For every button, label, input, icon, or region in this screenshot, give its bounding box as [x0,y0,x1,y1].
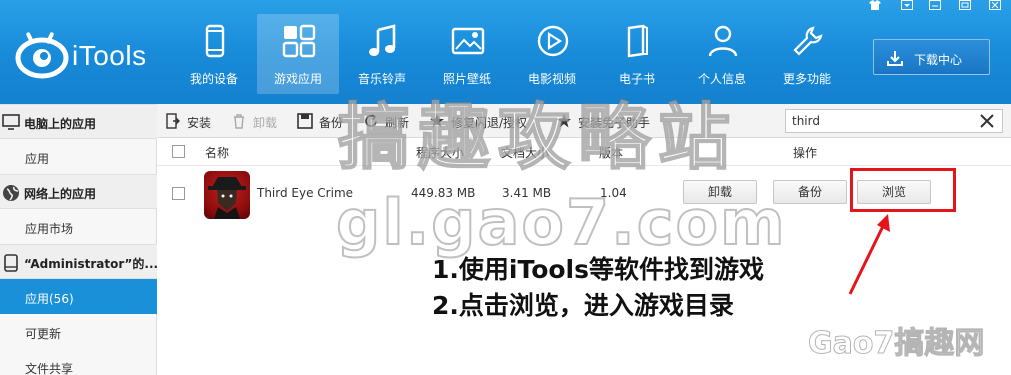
column-header-doc-size[interactable]: 文档大小 [501,144,549,161]
backup-label: 备份 [319,116,344,130]
sidebar-item-label: 应用 [25,152,50,166]
nav-label: 照片壁纸 [442,72,491,86]
nav-my-device[interactable]: 我的设备 [173,14,255,94]
row-checkbox[interactable] [172,187,185,200]
uninstall-label: 卸载 [253,116,278,130]
star-icon [430,114,444,128]
sidebar-item-updatable[interactable]: 可更新 [0,314,157,349]
star-icon [557,114,571,128]
install-button[interactable]: 安装 [165,113,225,131]
row-backup-button[interactable]: 备份 [773,180,847,204]
phone-icon [205,24,225,58]
sidebar-item-device-apps[interactable]: 应用(56) [0,279,157,314]
picture-icon [451,27,485,55]
window-controls [861,0,1011,16]
nav-label: 个人信息 [697,72,746,86]
app-name: Third Eye Crime [257,186,354,200]
version: 1.04 [600,186,627,200]
nav-label: 音乐铃声 [357,72,406,86]
nav-label: 电子书 [618,72,655,86]
uninstall-button[interactable]: 卸载 [231,113,291,131]
app-icon [204,171,250,219]
device-icon [4,254,18,272]
person-icon [708,25,738,57]
sidebar-item-app-market[interactable]: 应用市场 [0,209,157,244]
refresh-button[interactable]: 刷新 [363,113,423,131]
sidebar-section-title: “Administrator”的... [24,257,159,271]
column-header-program-size[interactable]: 程序大小 [416,144,464,161]
nav-ebooks[interactable]: 电子书 [596,14,678,94]
close-icon[interactable] [981,0,1009,15]
annotation-step-1: 1.使用iTools等软件找到游戏 [432,255,764,284]
sidebar-item-label: 应用(56) [25,292,74,306]
jailbreak-helper-button[interactable]: 安装免子助手 [556,113,676,131]
backup-button[interactable]: 备份 [297,113,357,131]
install-label: 安装 [187,116,212,130]
maximize-icon[interactable] [951,0,979,15]
toolbar: 安装 卸载 备份 刷新 修复闪退/授权 安装免子助手 [157,104,1011,138]
column-header-name[interactable]: 名称 [205,144,229,161]
itools-logo-icon [15,32,69,79]
play-icon [537,25,569,57]
sidebar-item-label: 应用市场 [25,222,74,236]
nav-label: 我的设备 [189,72,238,86]
sidebar-item-file-sharing[interactable]: 文件共享 [0,349,157,375]
nav-music-ringtones[interactable]: 音乐铃声 [341,14,423,94]
sidebar-section-title: 网络上的应用 [24,187,97,201]
sidebar-item-label: 文件共享 [25,362,74,375]
trash-icon [234,114,244,129]
globe-icon [3,185,19,201]
minimize-icon[interactable] [921,0,949,15]
browse-highlight-box [850,168,956,212]
nav-photos-wallpaper[interactable]: 照片壁纸 [426,14,508,94]
nav-label: 更多功能 [782,72,831,86]
download-center-label: 下载中心 [914,53,963,67]
refresh-label: 刷新 [385,116,410,130]
app-name: iTools [72,40,147,71]
install-icon [166,113,180,129]
watermark-brand: Gao7搞趣网 [807,326,985,362]
repair-button[interactable]: 修复闪退/授权 [429,113,547,131]
nav-games-apps[interactable]: 游戏应用 [257,14,339,94]
sidebar-item-label: 可更新 [25,327,62,341]
download-center-button[interactable]: 下载中心 [873,39,990,75]
jailbreak-helper-label: 安装免子助手 [578,116,651,130]
book-icon [627,24,648,58]
monitor-icon [2,114,20,130]
row-uninstall-button[interactable]: 卸载 [683,180,757,204]
wrench-icon [793,26,823,56]
search-input[interactable] [792,113,972,129]
download-icon [887,51,903,66]
refresh-icon [365,114,377,127]
nav-movies-videos[interactable]: 电影视频 [511,14,593,94]
annotation-step-2: 2.点击浏览，进入游戏目录 [432,291,734,320]
nav-more-functions[interactable]: 更多功能 [766,14,848,94]
clear-search-icon[interactable] [978,112,996,130]
column-header-version[interactable]: 版本 [599,144,623,161]
sidebar-item-pc-apps[interactable]: 应用 [0,139,157,174]
shirt-icon[interactable] [861,0,889,15]
nav-label: 游戏应用 [273,72,322,86]
doc-size: 3.41 MB [502,186,552,200]
settings-dropdown-icon[interactable] [893,0,921,15]
save-icon [297,113,313,129]
column-header-actions: 操作 [793,146,818,160]
program-size: 449.83 MB [411,186,476,200]
sidebar-section-pc-apps[interactable]: 电脑上的应用 [0,104,157,139]
detective-icon [208,177,246,219]
top-bar: iTools 我的设备 游戏应用 音乐铃声 照片壁纸 电影视频 电子书 个人信息… [0,0,1011,104]
sidebar-section-title: 电脑上的应用 [24,117,97,131]
sidebar-section-device[interactable]: “Administrator”的... [0,244,159,279]
repair-label: 修复闪退/授权 [451,116,528,130]
nav-label: 电影视频 [527,72,576,86]
sidebar: 电脑上的应用 应用 网络上的应用 应用市场 “Administrator”的..… [0,104,159,375]
apps-grid-icon [282,24,316,58]
search-box[interactable] [785,109,1003,133]
sidebar-section-online-apps[interactable]: 网络上的应用 [0,174,157,209]
table-header: 名称 程序大小 文档大小 版本 操作 [157,138,1011,166]
nav-personal-info[interactable]: 个人信息 [681,14,763,94]
select-all-checkbox[interactable] [172,145,185,158]
music-note-icon [369,24,396,56]
